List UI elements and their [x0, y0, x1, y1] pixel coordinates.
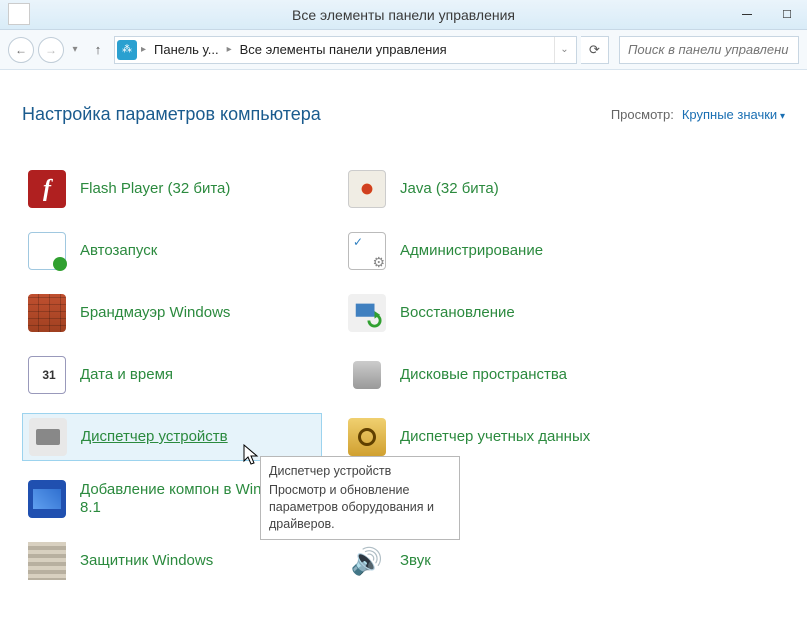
address-bar[interactable]: ⁂ ▸ Панель у... ▸ Все элементы панели уп…	[114, 36, 577, 64]
breadcrumb-1[interactable]: Панель у...	[150, 42, 223, 57]
item-label: Дата и время	[80, 366, 173, 384]
autorun-icon	[28, 232, 66, 270]
item-date-time[interactable]: Дата и время	[22, 351, 322, 399]
storage-icon	[348, 356, 386, 394]
credential-icon	[348, 418, 386, 456]
item-recovery[interactable]: Восстановление	[342, 289, 642, 337]
windows-components-icon	[28, 480, 66, 518]
item-label: Защитник Windows	[80, 552, 213, 570]
content-header: Настройка параметров компьютера Просмотр…	[22, 104, 785, 125]
recovery-icon	[348, 294, 386, 332]
chevron-right-icon[interactable]: ▸	[225, 44, 234, 55]
nav-bar: ← → ▾ ↑ ⁂ ▸ Панель у... ▸ Все элементы п…	[0, 30, 807, 70]
admin-icon	[348, 232, 386, 270]
search-box[interactable]	[619, 36, 799, 64]
control-panel-icon: ⁂	[117, 40, 137, 60]
item-label: Брандмауэр Windows	[80, 304, 230, 322]
item-label: Дисковые пространства	[400, 366, 567, 384]
item-credential-manager[interactable]: Диспетчер учетных данных	[342, 413, 642, 461]
minimize-button[interactable]	[727, 2, 767, 28]
forward-button[interactable]: →	[38, 37, 64, 63]
defender-icon	[28, 542, 66, 580]
page-heading: Настройка параметров компьютера	[22, 104, 321, 125]
tooltip-title: Диспетчер устройств	[269, 463, 451, 480]
java-icon	[348, 170, 386, 208]
device-manager-icon	[29, 418, 67, 456]
maximize-button[interactable]: ☐	[767, 2, 807, 28]
item-flash-player[interactable]: f Flash Player (32 бита)	[22, 165, 322, 213]
view-selector: Просмотр: Крупные значки	[611, 107, 785, 122]
back-button[interactable]: ←	[8, 37, 34, 63]
sound-icon	[348, 542, 386, 580]
title-bar: Все элементы панели управления ☐	[0, 0, 807, 30]
firewall-icon	[28, 294, 66, 332]
content-area: Настройка параметров компьютера Просмотр…	[0, 70, 807, 601]
system-menu-icon[interactable]	[8, 3, 30, 25]
item-label: Java (32 бита)	[400, 180, 499, 198]
address-dropdown[interactable]: ⌄	[554, 37, 574, 63]
item-label: Flash Player (32 бита)	[80, 180, 230, 198]
item-device-manager[interactable]: Диспетчер устройств	[22, 413, 322, 461]
chevron-right-icon[interactable]: ▸	[139, 44, 148, 55]
item-defender[interactable]: Защитник Windows	[22, 537, 322, 585]
flash-icon: f	[28, 170, 66, 208]
history-dropdown[interactable]: ▾	[68, 44, 82, 55]
item-autorun[interactable]: Автозапуск	[22, 227, 322, 275]
view-dropdown[interactable]: Крупные значки	[682, 107, 785, 122]
item-sound[interactable]: Звук	[342, 537, 642, 585]
window-title: Все элементы панели управления	[292, 7, 515, 23]
item-label: Восстановление	[400, 304, 515, 322]
item-label: Автозапуск	[80, 242, 157, 260]
item-java[interactable]: Java (32 бита)	[342, 165, 642, 213]
view-label: Просмотр:	[611, 107, 674, 122]
item-label: Диспетчер учетных данных	[400, 428, 590, 446]
refresh-button[interactable]: ⟳	[581, 36, 609, 64]
tooltip-body: Просмотр и обновление параметров оборудо…	[269, 482, 451, 533]
up-button[interactable]: ↑	[86, 38, 110, 62]
breadcrumb-2[interactable]: Все элементы панели управления	[236, 42, 451, 57]
item-label: Администрирование	[400, 242, 543, 260]
item-admin-tools[interactable]: Администрирование	[342, 227, 642, 275]
item-firewall[interactable]: Брандмауэр Windows	[22, 289, 322, 337]
item-storage-spaces[interactable]: Дисковые пространства	[342, 351, 642, 399]
calendar-icon	[28, 356, 66, 394]
search-input[interactable]	[626, 41, 792, 58]
tooltip: Диспетчер устройств Просмотр и обновлени…	[260, 456, 460, 540]
item-label: Звук	[400, 552, 431, 570]
item-label: Диспетчер устройств	[81, 428, 228, 446]
